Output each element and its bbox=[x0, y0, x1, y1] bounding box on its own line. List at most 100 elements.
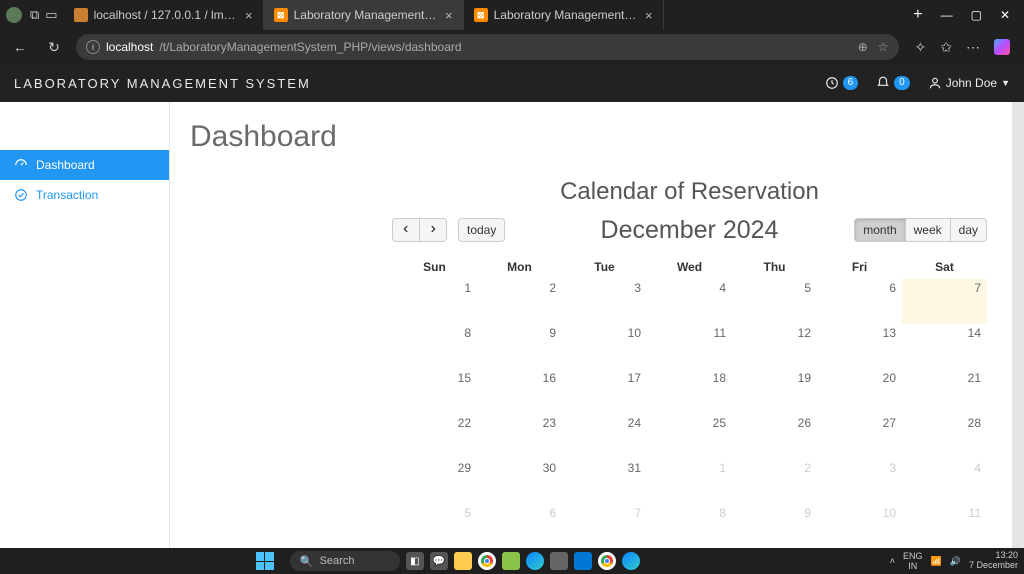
calendar-cell[interactable]: 6 bbox=[477, 504, 562, 549]
calendar-cell[interactable]: 7 bbox=[902, 279, 987, 324]
tray-lang[interactable]: ENG IN bbox=[903, 551, 923, 571]
header-user-menu[interactable]: John Doe ▼ bbox=[928, 76, 1010, 90]
calendar-cell[interactable]: 6 bbox=[817, 279, 902, 324]
search-icon: 🔍 bbox=[300, 555, 314, 568]
calendar-cell[interactable]: 1 bbox=[392, 279, 477, 324]
calendar-cell[interactable]: 26 bbox=[732, 414, 817, 459]
calendar-cell[interactable]: 2 bbox=[732, 459, 817, 504]
calendar-cell[interactable]: 1 bbox=[647, 459, 732, 504]
tab-close-icon[interactable]: × bbox=[445, 8, 453, 23]
chrome-icon-2[interactable] bbox=[598, 552, 616, 570]
calendar-cell[interactable]: 7 bbox=[562, 504, 647, 549]
calendar-cell[interactable]: 3 bbox=[817, 459, 902, 504]
gauge-icon bbox=[14, 158, 28, 172]
calendar-today-button[interactable]: today bbox=[458, 218, 505, 242]
taskbar-app-3[interactable] bbox=[550, 552, 568, 570]
taskbar-app-2[interactable] bbox=[502, 552, 520, 570]
calendar-cell[interactable]: 14 bbox=[902, 324, 987, 369]
site-info-icon[interactable]: i bbox=[86, 40, 100, 54]
window-minimize[interactable]: — bbox=[941, 8, 953, 22]
header-notifications[interactable]: 0 bbox=[876, 76, 910, 90]
window-close[interactable]: ✕ bbox=[1000, 8, 1010, 22]
calendar-cell[interactable]: 4 bbox=[647, 279, 732, 324]
calendar-cell[interactable]: 30 bbox=[477, 459, 562, 504]
menu-icon[interactable]: ⋯ bbox=[966, 39, 980, 56]
collections-icon[interactable]: ✩ bbox=[940, 39, 952, 56]
calendar-cell[interactable]: 22 bbox=[392, 414, 477, 459]
volume-icon[interactable]: 🔊 bbox=[950, 556, 961, 567]
vscode-icon[interactable] bbox=[574, 552, 592, 570]
calendar-cell[interactable]: 21 bbox=[902, 369, 987, 414]
system-tray[interactable]: ˄ ENG IN 📶 🔊 13:20 7 December bbox=[890, 551, 1018, 571]
sidebar-item-transaction[interactable]: Transaction bbox=[0, 180, 169, 210]
calendar-cell[interactable]: 23 bbox=[477, 414, 562, 459]
calendar-cell[interactable]: 20 bbox=[817, 369, 902, 414]
calendar-cell[interactable]: 25 bbox=[647, 414, 732, 459]
calendar-cell[interactable]: 19 bbox=[732, 369, 817, 414]
address-bar[interactable]: i localhost/t/LaboratoryManagementSystem… bbox=[76, 34, 899, 60]
tray-chevron-icon[interactable]: ˄ bbox=[890, 556, 895, 566]
task-view-icon[interactable]: ◧ bbox=[406, 552, 424, 570]
sidebar-item-dashboard[interactable]: Dashboard bbox=[0, 150, 169, 180]
check-circle-icon bbox=[14, 188, 28, 202]
header-clock[interactable]: 6 bbox=[825, 76, 859, 90]
calendar-view-week[interactable]: week bbox=[906, 218, 951, 242]
calendar-cell[interactable]: 5 bbox=[392, 504, 477, 549]
calendar-cell[interactable]: 28 bbox=[902, 414, 987, 459]
wifi-icon[interactable]: 📶 bbox=[931, 556, 942, 567]
calendar-cell[interactable]: 5 bbox=[732, 279, 817, 324]
new-tab-button[interactable]: + bbox=[903, 6, 932, 24]
calendar-cell[interactable]: 27 bbox=[817, 414, 902, 459]
tab-close-icon[interactable]: × bbox=[645, 8, 653, 23]
calendar: Calendar of Reservation today December 2… bbox=[392, 178, 987, 548]
refresh-button[interactable]: ↻ bbox=[42, 39, 66, 56]
extensions-icon[interactable]: ✧ bbox=[915, 39, 927, 56]
calendar-cell[interactable]: 15 bbox=[392, 369, 477, 414]
zoom-icon[interactable]: ⊕ bbox=[858, 40, 868, 54]
calendar-cell[interactable]: 16 bbox=[477, 369, 562, 414]
calendar-day-header: Thu bbox=[732, 256, 817, 279]
calendar-prev-button[interactable] bbox=[392, 218, 420, 242]
edge-icon[interactable] bbox=[526, 552, 544, 570]
calendar-cell[interactable]: 31 bbox=[562, 459, 647, 504]
calendar-cell[interactable]: 24 bbox=[562, 414, 647, 459]
calendar-cell[interactable]: 2 bbox=[477, 279, 562, 324]
file-explorer-icon[interactable] bbox=[454, 552, 472, 570]
calendar-cell[interactable]: 17 bbox=[562, 369, 647, 414]
taskbar-search-placeholder: Search bbox=[320, 555, 355, 567]
start-button[interactable] bbox=[256, 552, 274, 570]
calendar-cell[interactable]: 4 bbox=[902, 459, 987, 504]
favorite-icon[interactable]: ☆ bbox=[878, 40, 889, 54]
calendar-cell[interactable]: 11 bbox=[647, 324, 732, 369]
sidebar-item-label: Dashboard bbox=[36, 158, 95, 172]
calendar-cell[interactable]: 9 bbox=[477, 324, 562, 369]
calendar-cell[interactable]: 11 bbox=[902, 504, 987, 549]
taskbar-app-1[interactable]: 💬 bbox=[430, 552, 448, 570]
calendar-view-day[interactable]: day bbox=[951, 218, 987, 242]
calendar-cell[interactable]: 9 bbox=[732, 504, 817, 549]
taskbar-search[interactable]: 🔍 Search bbox=[290, 551, 400, 571]
calendar-cell[interactable]: 10 bbox=[562, 324, 647, 369]
calendar-cell[interactable]: 29 bbox=[392, 459, 477, 504]
browser-tab[interactable]: ⊠Laboratory Management System× bbox=[464, 0, 664, 30]
tray-clock[interactable]: 13:20 7 December bbox=[969, 551, 1018, 571]
browser-tab[interactable]: ⊠Laboratory Management System× bbox=[264, 0, 464, 30]
calendar-cell[interactable]: 8 bbox=[647, 504, 732, 549]
edge-icon-2[interactable] bbox=[622, 552, 640, 570]
browser-tab[interactable]: localhost / 127.0.0.1 / lms19 / use× bbox=[64, 0, 264, 30]
tab-close-icon[interactable]: × bbox=[245, 8, 253, 23]
back-button[interactable]: ← bbox=[8, 39, 32, 55]
calendar-cell[interactable]: 8 bbox=[392, 324, 477, 369]
calendar-cell[interactable]: 12 bbox=[732, 324, 817, 369]
calendar-cell[interactable]: 13 bbox=[817, 324, 902, 369]
tab-actions-icon[interactable]: ▭ bbox=[45, 7, 57, 23]
calendar-cell[interactable]: 18 bbox=[647, 369, 732, 414]
workspaces-icon[interactable]: ⧉ bbox=[30, 7, 39, 23]
copilot-icon[interactable] bbox=[994, 39, 1010, 55]
calendar-cell[interactable]: 3 bbox=[562, 279, 647, 324]
calendar-view-month[interactable]: month bbox=[854, 218, 905, 242]
calendar-cell[interactable]: 10 bbox=[817, 504, 902, 549]
chrome-icon[interactable] bbox=[478, 552, 496, 570]
window-maximize[interactable]: ▢ bbox=[971, 8, 982, 22]
calendar-next-button[interactable] bbox=[420, 218, 447, 242]
